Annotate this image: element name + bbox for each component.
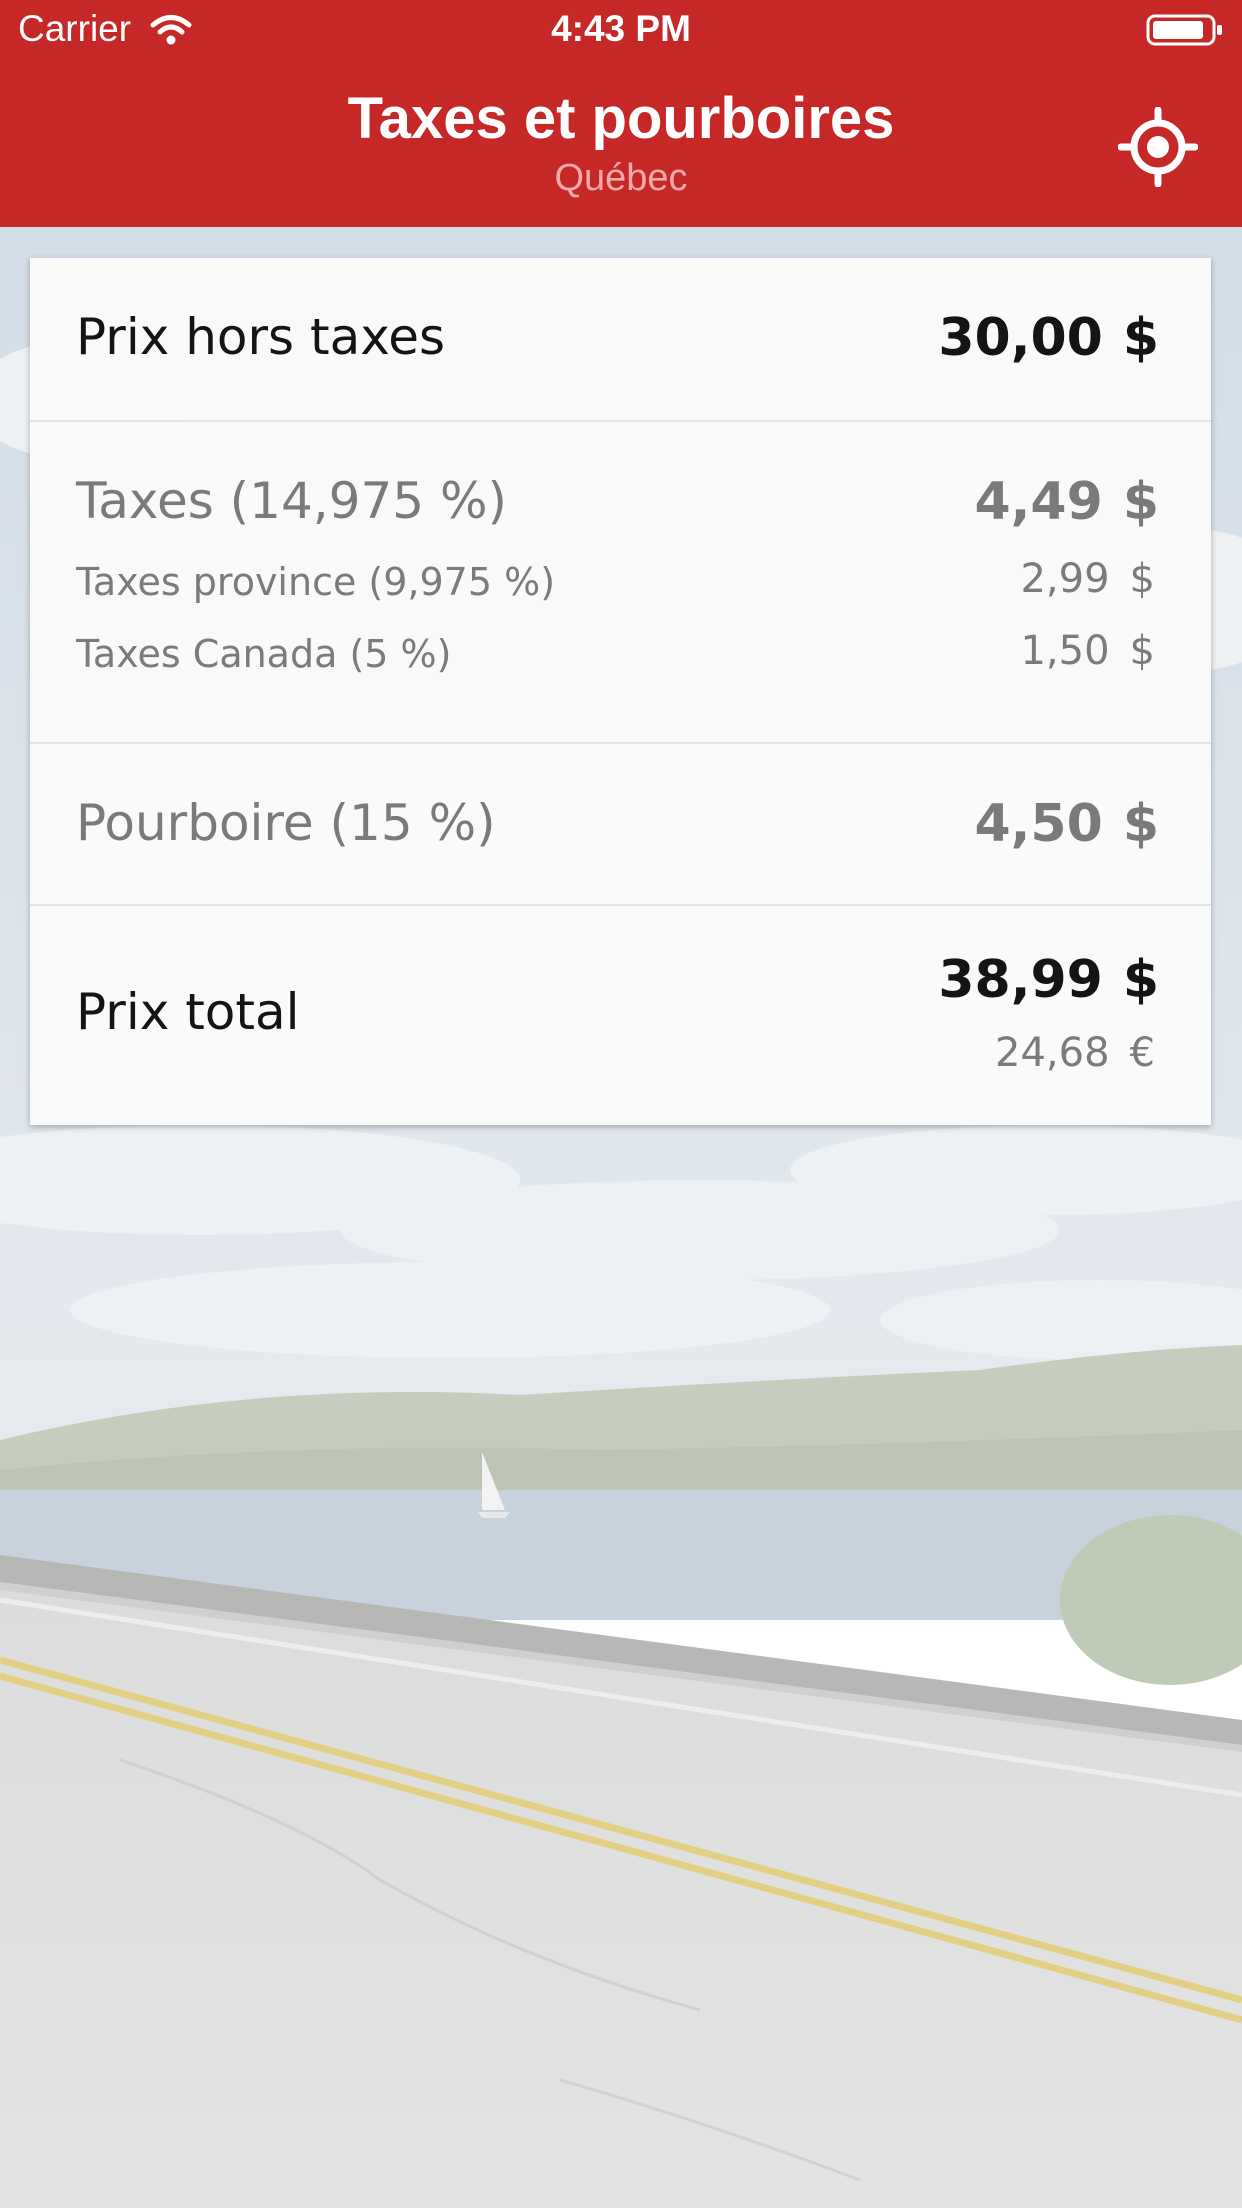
tip-row[interactable]: Pourboire (15 %) 4,50 $ — [30, 742, 1211, 904]
region-subtitle: Québec — [554, 157, 688, 199]
locate-button[interactable] — [1117, 106, 1199, 188]
federal-tax-value: 1,50 $ — [1020, 628, 1155, 674]
tip-currency: $ — [1122, 794, 1159, 854]
price-before-tax-row[interactable]: Prix hors taxes 30,00 $ — [30, 258, 1211, 420]
battery-icon — [1146, 14, 1222, 46]
title-block: Taxes et pourboires Québec — [0, 82, 1242, 200]
federal-tax-currency: $ — [1129, 628, 1155, 674]
price-before-tax-amount: 30,00 — [938, 308, 1103, 368]
federal-tax-amount: 1,50 — [1020, 628, 1110, 674]
province-tax-amount: 2,99 — [1020, 556, 1110, 602]
tip-label: Pourboire (15 %) — [76, 794, 496, 852]
total-amount: 38,99 — [938, 950, 1103, 1010]
status-bar: Carrier 4:43 PM — [0, 0, 1242, 62]
province-tax-value: 2,99 $ — [1020, 556, 1155, 602]
app-screen: Carrier 4:43 PM Taxes et pourboires Québ… — [0, 0, 1242, 2208]
crosshair-location-icon — [1117, 106, 1199, 188]
calculation-card: Prix hors taxes 30,00 $ Taxes (14,975 %) … — [30, 258, 1211, 1125]
page-title: Taxes et pourboires — [347, 86, 895, 151]
tip-value[interactable]: 4,50 $ — [975, 794, 1160, 854]
price-before-tax-value[interactable]: 30,00 $ — [938, 308, 1159, 368]
federal-tax-label: Taxes Canada (5 %) — [76, 632, 452, 676]
tip-amount: 4,50 — [974, 794, 1103, 854]
price-before-tax-currency: $ — [1122, 308, 1159, 368]
price-before-tax-label: Prix hors taxes — [76, 308, 446, 366]
taxes-section[interactable]: Taxes (14,975 %) 4,49 $ Taxes province (9… — [30, 420, 1211, 742]
province-tax-currency: $ — [1129, 556, 1155, 602]
total-converted-currency: € — [1129, 1030, 1155, 1076]
total-currency: $ — [1122, 950, 1159, 1010]
taxes-value: 4,49 $ — [975, 472, 1160, 532]
status-time: 4:43 PM — [551, 8, 691, 49]
total-converted-value: 24,68 € — [995, 1030, 1155, 1076]
taxes-label: Taxes (14,975 %) — [76, 472, 508, 530]
province-tax-label: Taxes province (9,975 %) — [76, 560, 556, 604]
taxes-currency: $ — [1122, 472, 1159, 532]
taxes-amount: 4,49 — [974, 472, 1103, 532]
total-converted-amount: 24,68 — [995, 1030, 1110, 1076]
total-value: 38,99 $ — [938, 950, 1159, 1010]
total-section: Prix total 38,99 $ 24,68 € — [30, 904, 1211, 1125]
total-label: Prix total — [76, 983, 300, 1041]
navigation-header: Carrier 4:43 PM Taxes et pourboires Québ… — [0, 0, 1242, 227]
